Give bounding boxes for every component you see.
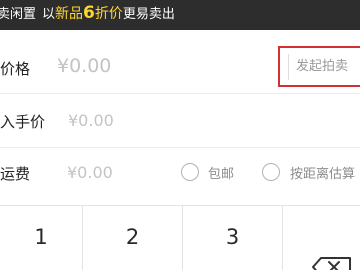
promo-banner: 卖闲置 以新品6折价更易卖出 <box>0 0 360 30</box>
start-auction-button[interactable]: 发起拍卖 <box>278 46 360 87</box>
shipping-input[interactable]: ¥0.00 <box>67 163 113 182</box>
promo-highlight-number: 6 <box>83 3 95 23</box>
numeric-keypad: 1 2 3 <box>0 205 360 270</box>
promo-text-1: 卖闲置 <box>0 7 37 22</box>
key-1[interactable]: 1 <box>0 206 83 270</box>
cost-price-input[interactable]: ¥0.00 <box>68 111 114 130</box>
promo-text-2: 以 <box>42 7 56 22</box>
key-3[interactable]: 3 <box>183 206 283 270</box>
promo-text-3: 更易卖出 <box>122 7 175 22</box>
free-shipping-radio[interactable] <box>181 163 199 181</box>
promo-highlight-discount: 折价 <box>94 6 123 22</box>
price-input[interactable]: ¥0.00 <box>57 55 111 77</box>
backspace-icon <box>312 257 351 270</box>
start-auction-label: 发起拍卖 <box>288 54 348 80</box>
key-2[interactable]: 2 <box>83 206 183 270</box>
promo-highlight-new: 新品 <box>55 6 84 22</box>
distance-estimate-label[interactable]: 按距离估算 <box>290 163 355 182</box>
price-entry-screen: 卖闲置 以新品6折价更易卖出 价格 ¥0.00 发起拍卖 入手价 ¥0.00 运费… <box>0 0 360 270</box>
cost-price-label: 入手价 <box>0 113 46 131</box>
price-label: 价格 <box>0 60 31 78</box>
distance-estimate-radio[interactable] <box>262 163 280 181</box>
delete-key[interactable] <box>283 206 360 270</box>
free-shipping-label[interactable]: 包邮 <box>208 163 234 182</box>
cost-price-row: 入手价 ¥0.00 <box>0 94 360 147</box>
shipping-row: 运费 ¥0.00 包邮 按距离估算 <box>0 148 360 204</box>
shipping-label: 运费 <box>0 165 31 183</box>
